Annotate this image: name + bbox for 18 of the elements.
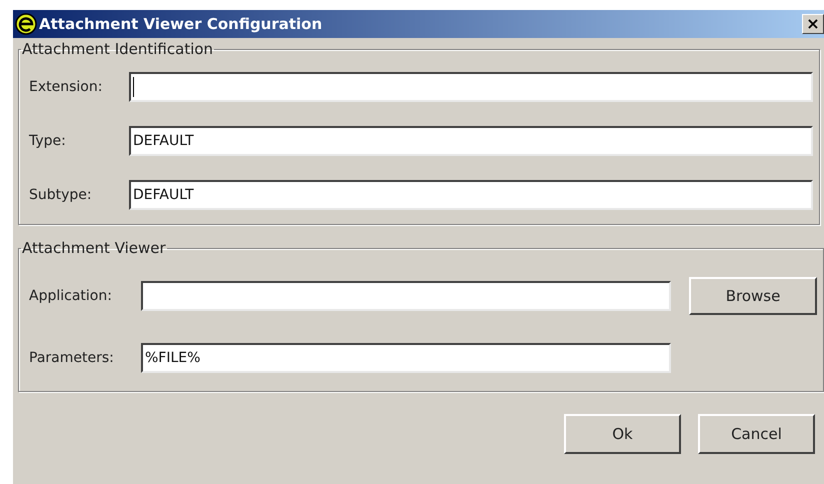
text-field[interactable]: DEFAULT [129, 180, 813, 210]
field-label: Subtype: [29, 187, 93, 203]
text-field[interactable]: DEFAULT [129, 126, 813, 156]
field-label: Extension: [29, 79, 104, 95]
logo-icon [15, 13, 37, 35]
group-title: Attachment Identification [21, 40, 214, 58]
text-field[interactable] [129, 72, 813, 102]
dialog-button[interactable]: Ok [564, 414, 681, 454]
field-label: Application: [29, 288, 113, 304]
text-field[interactable] [141, 281, 671, 311]
browse-button[interactable]: Browse [689, 277, 817, 315]
dialog-button[interactable]: Cancel [698, 414, 815, 454]
group-title: Attachment Viewer [21, 239, 167, 257]
window-title: Attachment Viewer Configuration [39, 15, 324, 33]
text-field[interactable]: %FILE% [141, 343, 671, 373]
field-label: Type: [29, 133, 67, 149]
close-button[interactable]: × [802, 14, 824, 34]
field-label: Parameters: [29, 350, 115, 366]
